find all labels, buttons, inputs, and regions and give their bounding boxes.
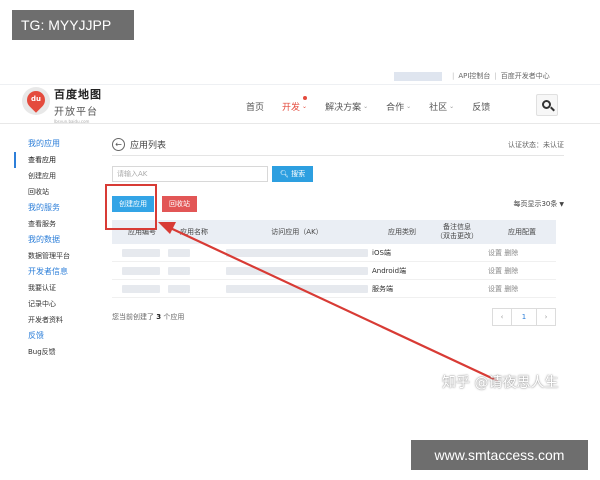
zhihu-watermark: 知乎 @请夜思人生 [442, 375, 559, 391]
site-watermark-badge: www.smtaccess.com [411, 440, 588, 470]
annotation-arrow-icon [158, 222, 499, 382]
